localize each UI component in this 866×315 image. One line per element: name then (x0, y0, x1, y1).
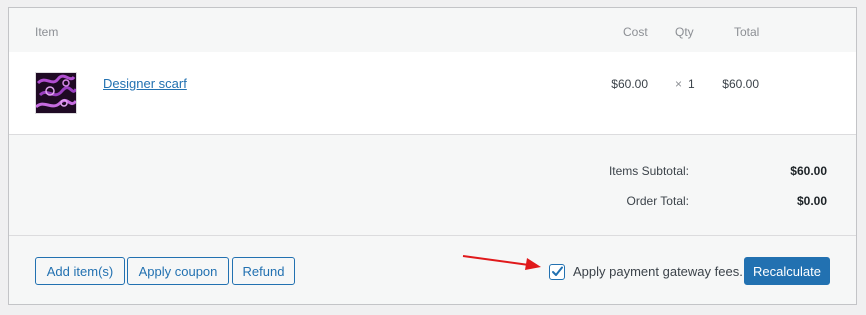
gateway-fees-checkbox[interactable] (549, 264, 565, 280)
header-total: Total (734, 25, 760, 39)
qty-multiply-symbol: × (675, 77, 683, 91)
item-qty-value: 1 (688, 77, 695, 91)
add-items-button[interactable]: Add item(s) (35, 257, 125, 285)
item-total: $60.00 (722, 77, 759, 91)
refund-button[interactable]: Refund (232, 257, 295, 285)
recalculate-button[interactable]: Recalculate (744, 257, 830, 285)
item-qty: × 1 (675, 77, 695, 91)
checkmark-icon (552, 266, 563, 276)
order-total-value: $0.00 (796, 194, 827, 208)
order-actions: Add item(s) Apply coupon Refund Apply pa… (9, 235, 856, 305)
header-item: Item (35, 25, 59, 39)
item-cost: $60.00 (611, 77, 648, 91)
order-items-panel: Item Cost Qty Total Designer scarf $60.0… (8, 7, 857, 305)
table-row: Designer scarf $60.00 × 1 $60.00 (9, 52, 856, 135)
product-name-link[interactable]: Designer scarf (103, 76, 187, 91)
table-header: Item Cost Qty Total (9, 8, 856, 52)
header-cost: Cost (623, 25, 648, 39)
subtotal-label: Items Subtotal: (608, 164, 689, 178)
apply-coupon-button[interactable]: Apply coupon (127, 257, 229, 285)
gateway-fees-label[interactable]: Apply payment gateway fees. (573, 264, 743, 279)
product-thumbnail (35, 72, 77, 114)
subtotal-value: $60.00 (790, 164, 827, 178)
order-total-label: Order Total: (626, 194, 689, 208)
header-qty: Qty (675, 25, 694, 39)
red-arrow-icon (462, 255, 541, 270)
order-totals: Items Subtotal: $60.00 Order Total: $0.0… (9, 135, 856, 235)
